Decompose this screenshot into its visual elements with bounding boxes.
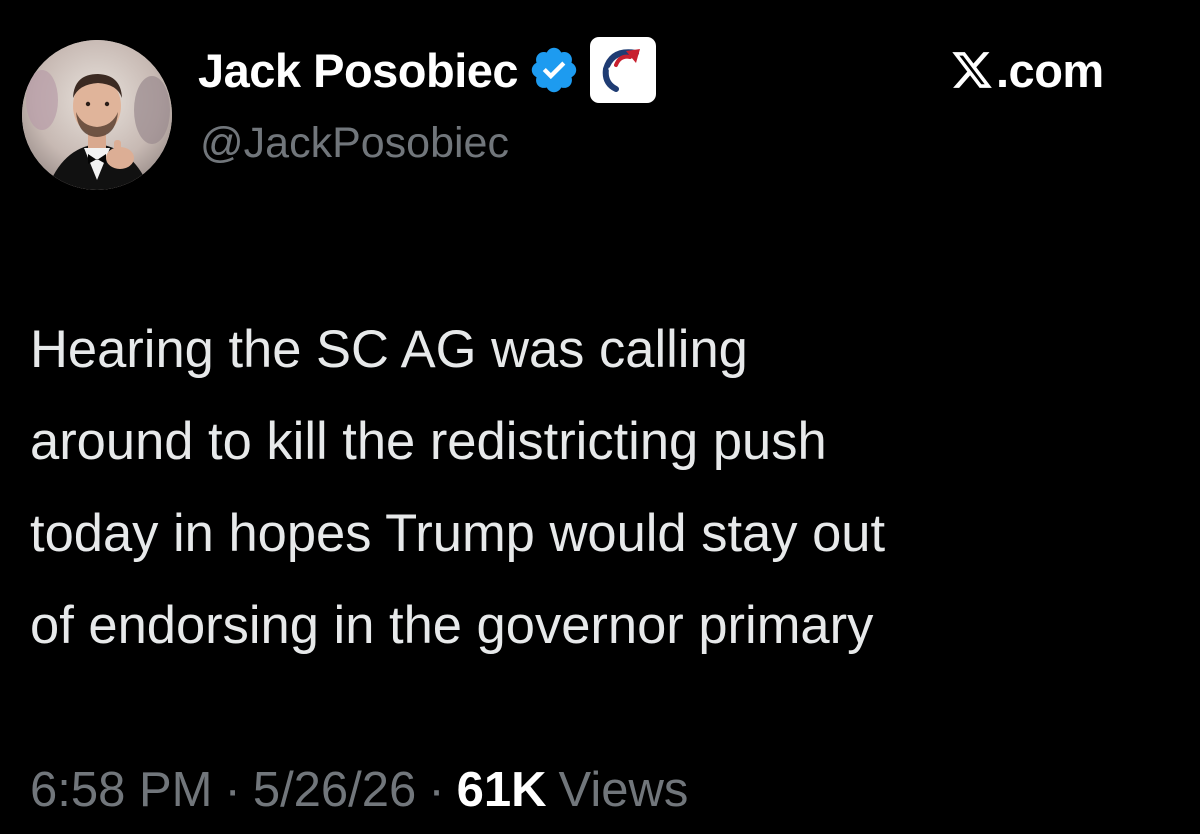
platform-logo: .com <box>950 40 1104 100</box>
x-logo-icon <box>950 48 994 92</box>
tweet-time[interactable]: 6:58 PM <box>30 762 212 818</box>
views-label: Views <box>558 763 689 817</box>
tweet-text-line: of endorsing in the governor primary <box>30 596 874 655</box>
meta-separator: · <box>224 763 241 817</box>
tweet-card: Jack Posobiec @JackPosobiec .com Hearing… <box>0 0 1200 834</box>
platform-domain: .com <box>996 43 1104 97</box>
author-display-name[interactable]: Jack Posobiec <box>198 43 519 98</box>
tweet-text: Hearing the SC AG was calling around to … <box>30 304 1180 672</box>
tweet-text-line: today in hopes Trump would stay out <box>30 504 886 563</box>
avatar-photo-icon <box>22 40 172 190</box>
tweet-meta: 6:58 PM · 5/26/26 · 61K Views <box>30 752 688 828</box>
affiliate-organization-badge-icon[interactable] <box>590 37 657 103</box>
author-name-row: Jack Posobiec <box>198 37 657 103</box>
tweet-text-line: Hearing the SC AG was calling <box>30 320 748 379</box>
tweet-date[interactable]: 5/26/26 <box>253 762 417 818</box>
verified-checkmark-icon <box>528 44 580 96</box>
author-avatar[interactable] <box>22 40 172 190</box>
tweet-text-line: around to kill the redistricting push <box>30 412 827 471</box>
views-count[interactable]: 61K <box>457 762 547 818</box>
author-handle[interactable]: @JackPosobiec <box>200 119 509 168</box>
meta-separator: · <box>428 763 445 817</box>
